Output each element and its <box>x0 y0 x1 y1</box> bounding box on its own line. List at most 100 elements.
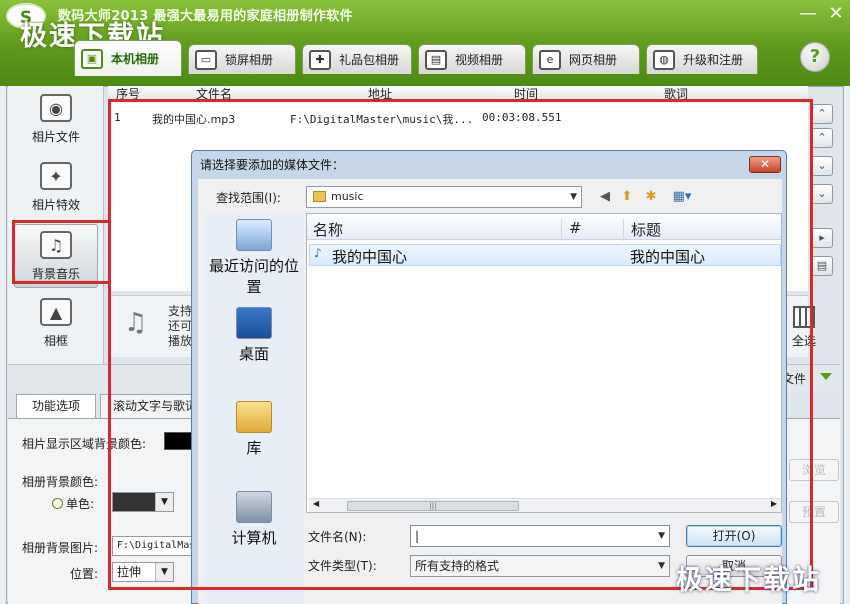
dialog-close-button[interactable]: ✕ <box>749 156 781 173</box>
photo-album-icon: ▣ <box>81 48 103 69</box>
column-header-time[interactable]: 时间 <box>514 85 538 102</box>
solid-color-option[interactable]: 单色: <box>52 495 94 512</box>
bg-image-label: 相册背景图片: <box>22 541 99 555</box>
move-down-button[interactable]: ⌄ <box>811 156 833 176</box>
info-line: 播放 <box>168 334 193 348</box>
tab-function-options[interactable]: 功能选项 <box>16 394 96 418</box>
back-icon[interactable]: ◀ <box>596 189 614 205</box>
help-button[interactable]: ? <box>800 42 830 72</box>
column-header-filename[interactable]: 文件名 <box>196 85 232 102</box>
audio-file-icon: ♪ <box>314 246 322 260</box>
play-button[interactable]: ▸ <box>811 228 833 248</box>
tab-gift-album[interactable]: ✚ 礼品包相册 <box>302 44 412 74</box>
filetype-label: 文件类型(T): <box>308 559 377 573</box>
app-window: S 数码大师2013 最强大最易用的家庭相册制作软件 极速下载站 — ✕ ? ▣… <box>0 0 850 604</box>
sidebar-item-label: 相片文件 <box>31 130 80 144</box>
place-computer[interactable]: 计算机 <box>204 491 304 548</box>
tab-upgrade-register[interactable]: ◍ 升级和注册 <box>646 44 758 74</box>
column-header-index[interactable]: 序号 <box>116 85 140 102</box>
file-title: 我的中国心 <box>630 248 706 266</box>
filename-label: 文件名(N): <box>308 530 367 544</box>
column-header-path[interactable]: 地址 <box>368 85 392 102</box>
desktop-icon <box>236 307 272 339</box>
folder-icon <box>313 191 326 202</box>
tab-label: 升级和注册 <box>683 53 744 67</box>
look-in-select[interactable]: music ▼ <box>306 186 582 208</box>
place-libraries[interactable]: 库 <box>204 401 304 458</box>
effects-icon: ✦ <box>40 162 72 190</box>
place-recent[interactable]: 最近访问的位置 <box>204 219 304 297</box>
minimize-button[interactable]: — <box>796 4 820 24</box>
places-bar: 最近访问的位置 桌面 库 计算机 <box>204 213 304 604</box>
info-text: 支持 还可 播放 <box>168 304 192 349</box>
column-divider[interactable] <box>623 219 624 241</box>
gift-icon: ✚ <box>309 49 331 70</box>
close-button[interactable]: ✕ <box>824 4 848 24</box>
cell-time: 00:03:08.551 <box>482 111 562 124</box>
camera-icon: ◉ <box>40 94 72 122</box>
position-select[interactable]: 拉伸 ▼ <box>112 562 174 582</box>
scroll-thumb[interactable]: ||| <box>347 501 519 511</box>
preset-button[interactable]: 预置 <box>789 501 839 523</box>
sidebar-item-label: 相片特效 <box>31 198 80 212</box>
bg-image-path-field[interactable]: F:\DigitalMaster <box>112 536 213 556</box>
watermark-bottom: 极速下载站 <box>676 565 821 596</box>
column-header-number[interactable]: # <box>569 219 582 237</box>
tab-label: 视频相册 <box>455 53 504 67</box>
sidebar-item-frame[interactable]: ▲ 相框 <box>14 292 98 356</box>
place-desktop[interactable]: 桌面 <box>204 307 304 364</box>
dialog-title: 请选择要添加的媒体文件： <box>200 158 345 172</box>
browse-button[interactable]: 浏览 <box>789 459 839 481</box>
tab-lock-screen-album[interactable]: ▭ 锁屏相册 <box>188 44 296 74</box>
column-divider[interactable] <box>561 219 562 241</box>
dropdown-arrow-icon[interactable] <box>820 373 832 380</box>
open-button[interactable]: 打开(O) <box>686 525 782 547</box>
look-in-value: music <box>331 190 364 203</box>
move-bottom-button[interactable]: ⌄ <box>811 184 833 204</box>
radio-icon[interactable] <box>52 498 63 509</box>
horizontal-scrollbar[interactable]: ◀ ||| ▶ <box>309 498 781 512</box>
highlight-box-music <box>12 220 123 284</box>
position-value: 拉伸 <box>117 565 142 579</box>
music-list-header: 序号 文件名 地址 时间 歌词 <box>108 85 808 102</box>
film-icon: ▤ <box>425 49 447 70</box>
scroll-right-icon[interactable]: ▶ <box>771 499 777 508</box>
ie-icon: e <box>539 49 561 70</box>
dropdown-arrow-icon[interactable]: ▼ <box>658 526 665 546</box>
tab-web-album[interactable]: e 网页相册 <box>532 44 640 74</box>
place-label: 最近访问的位置 <box>208 257 299 296</box>
up-folder-icon[interactable]: ⬆ <box>618 189 636 205</box>
view-menu-icon[interactable]: ▦▾ <box>668 189 696 205</box>
cell-index: 1 <box>114 111 121 124</box>
tab-label: 本机相册 <box>111 52 160 66</box>
computer-icon <box>236 491 272 523</box>
column-header-lyrics[interactable]: 歌词 <box>664 85 688 102</box>
display-bg-color-label: 相片显示区域背景颜色: <box>22 437 147 451</box>
scroll-left-icon[interactable]: ◀ <box>313 499 319 508</box>
sidebar-item-photo-effects[interactable]: ✦ 相片特效 <box>14 156 98 220</box>
column-header-name[interactable]: 名称 <box>313 219 343 240</box>
move-up-button[interactable]: ⌃ <box>811 128 833 148</box>
new-folder-icon[interactable]: ✱ <box>642 189 660 205</box>
dropdown-arrow-icon: ▼ <box>155 493 173 511</box>
column-header-title[interactable]: 标题 <box>631 219 661 240</box>
tab-label: 礼品包相册 <box>339 53 400 67</box>
filetype-select[interactable]: 所有支持的格式 ▼ <box>410 555 670 577</box>
solid-color-picker[interactable]: ▼ <box>112 492 174 512</box>
sidebar-item-photo-files[interactable]: ◉ 相片文件 <box>14 88 98 152</box>
move-top-button[interactable]: ⌃ <box>811 104 833 124</box>
info-line: 还可 <box>168 319 193 333</box>
cell-path: F:\DigitalMaster\music\我... <box>290 113 474 126</box>
filename-input[interactable]: | ▼ <box>410 525 670 547</box>
info-line: 支持 <box>168 304 193 318</box>
lyrics-button[interactable]: ▤ <box>811 256 833 276</box>
grid-icon <box>793 306 815 328</box>
file-row[interactable]: ♪ 我的中国心 我的中国心 <box>309 244 781 266</box>
tab-local-album[interactable]: ▣ 本机相册 <box>74 40 182 76</box>
library-icon <box>236 401 272 433</box>
tab-label: 锁屏相册 <box>225 53 274 67</box>
file-list: 名称 # 标题 ♪ 我的中国心 我的中国心 ◀ ||| ▶ <box>306 213 782 513</box>
album-bg-color-label: 相册背景颜色: <box>22 475 99 489</box>
open-media-dialog: 请选择要添加的媒体文件： ✕ 查找范围(I): music ▼ ◀ ⬆ ✱ ▦▾… <box>191 150 787 604</box>
tab-video-album[interactable]: ▤ 视频相册 <box>418 44 526 74</box>
